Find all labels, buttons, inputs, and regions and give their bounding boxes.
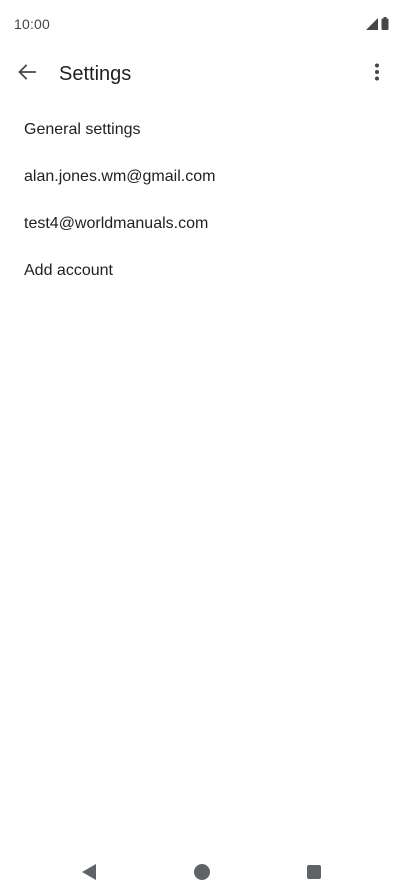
system-nav-bar (0, 852, 403, 896)
settings-item-add-account[interactable]: Add account (0, 247, 403, 294)
arrow-back-icon (17, 62, 37, 87)
more-options-button[interactable] (363, 60, 391, 88)
nav-recents-icon (306, 864, 322, 885)
settings-item-label: Add account (24, 261, 113, 279)
settings-item-account-gmail[interactable]: alan.jones.wm@gmail.com (0, 153, 403, 200)
nav-home-icon (193, 863, 211, 886)
nav-recents-button[interactable] (302, 862, 326, 886)
app-bar: Settings (0, 48, 403, 100)
settings-item-label: alan.jones.wm@gmail.com (24, 167, 216, 185)
signal-icon (366, 17, 378, 35)
status-time: 10:00 (14, 16, 51, 32)
nav-back-icon (80, 863, 98, 886)
nav-home-button[interactable] (190, 862, 214, 886)
back-button[interactable] (13, 60, 41, 88)
settings-item-general[interactable]: General settings (0, 106, 403, 153)
settings-list: General settings alan.jones.wm@gmail.com… (0, 106, 403, 294)
more-vert-icon (374, 63, 380, 86)
status-bar: 10:00 (0, 0, 403, 48)
settings-item-account-worldmanuals[interactable]: test4@worldmanuals.com (0, 200, 403, 247)
page-title: Settings (59, 63, 132, 85)
battery-icon (381, 17, 389, 35)
nav-back-button[interactable] (77, 862, 101, 886)
settings-item-label: test4@worldmanuals.com (24, 214, 209, 232)
settings-item-label: General settings (24, 120, 141, 138)
status-icons (366, 17, 389, 35)
